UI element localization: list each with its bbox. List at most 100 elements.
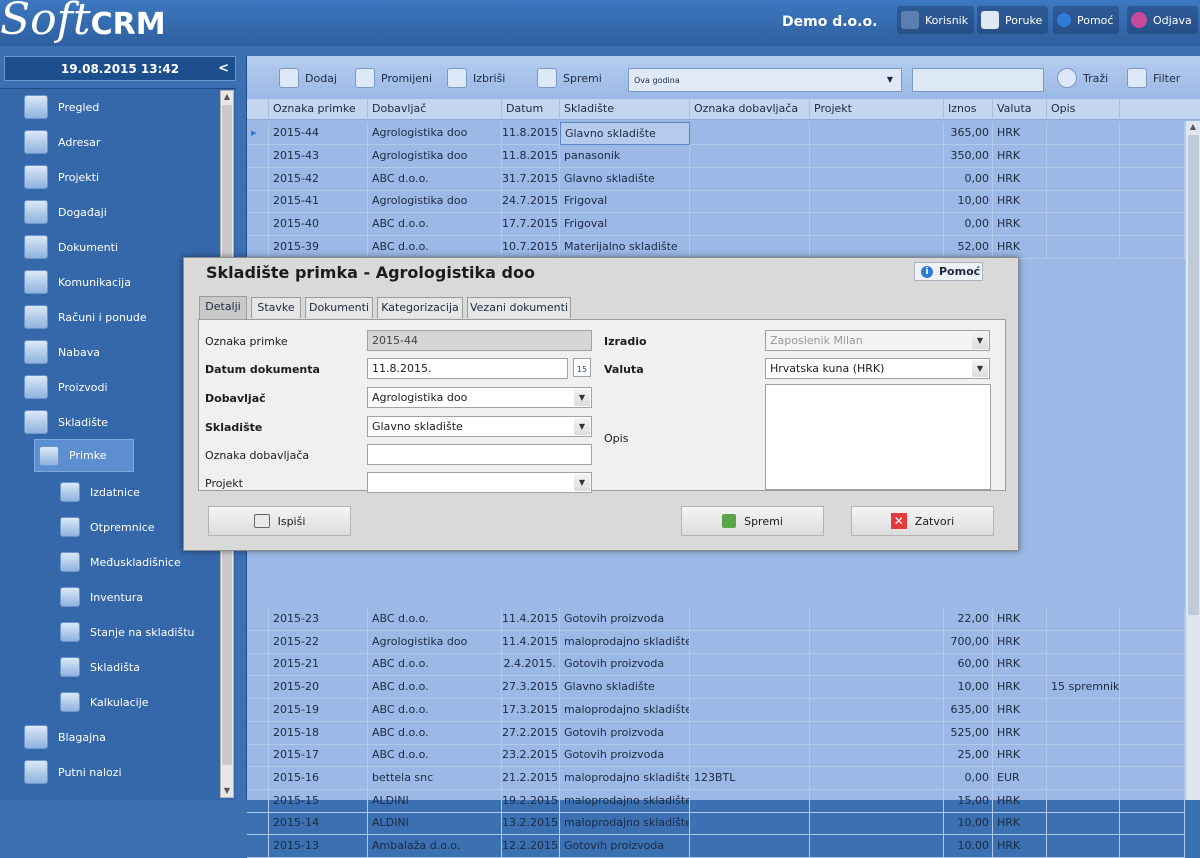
currency-select[interactable]: Hrvatska kuna (HRK) ▼	[765, 358, 990, 379]
supplier-code-field[interactable]	[367, 444, 592, 465]
row-selector[interactable]	[247, 190, 269, 214]
row-selector[interactable]	[247, 167, 269, 191]
calendar-icon[interactable]: 15	[573, 358, 591, 377]
filter-icon	[1127, 68, 1147, 88]
row-selector[interactable]	[247, 608, 269, 631]
warehouse-select[interactable]: Glavno skladište ▼	[367, 416, 592, 437]
print-button[interactable]: Ispiši	[208, 506, 351, 536]
row-selector[interactable]	[247, 766, 269, 790]
collapse-sidebar-button[interactable]: <	[218, 61, 229, 76]
column-header[interactable]: Opis	[1047, 99, 1120, 120]
column-header[interactable]: Oznaka primke	[269, 99, 368, 120]
row-selector[interactable]	[247, 698, 269, 722]
project-select[interactable]: ▼	[367, 472, 592, 493]
chevron-down-icon[interactable]: ▼	[574, 418, 590, 435]
delete-button[interactable]: Izbriši	[447, 66, 505, 90]
row-selector[interactable]	[247, 653, 269, 677]
column-header[interactable]: Projekt	[810, 99, 944, 120]
column-header[interactable]: Valuta	[993, 99, 1047, 120]
tab-details[interactable]: Detalji	[199, 296, 247, 319]
filter-button[interactable]: Filter	[1127, 66, 1180, 90]
receipt-number-field: 2015-44	[367, 330, 592, 351]
table-row[interactable]: 2015-39 ABC d.o.o. 10.7.2015. Materijalno s…	[247, 235, 1185, 259]
tab-linked-documents[interactable]: Vezani dokumenti	[467, 297, 571, 318]
chevron-down-icon[interactable]: ▼	[972, 360, 988, 377]
sidebar-subitem-0[interactable]: Primke	[34, 439, 134, 472]
column-header[interactable]: Datum	[502, 99, 560, 120]
table-cell: 2015-21	[269, 653, 368, 677]
sidebar-bottom-item-0[interactable]: Blagajna	[20, 722, 216, 752]
sidebar-subitem-4[interactable]: Inventura	[56, 582, 220, 612]
search-input[interactable]	[912, 68, 1044, 92]
row-selector[interactable]	[247, 744, 269, 768]
supplier-select[interactable]: Agrologistika doo ▼	[367, 387, 592, 408]
column-header[interactable]: Skladište	[560, 99, 690, 120]
table-row[interactable]: 2015-41 Agrologistika doo 24.7.2015. Frigov…	[247, 190, 1185, 214]
row-selector[interactable]	[247, 721, 269, 745]
sidebar-subitem-3[interactable]: Međuskladišnice	[56, 547, 220, 577]
table-row[interactable]: 2015-21 ABC d.o.o. 2.4.2015. Gotovih proizv…	[247, 653, 1185, 677]
user-button[interactable]: Korisnik	[897, 6, 975, 34]
row-selector[interactable]	[247, 144, 269, 168]
sidebar-subitem-6[interactable]: Skladišta	[56, 652, 220, 682]
table-row[interactable]: 2015-18 ABC d.o.o. 27.2.2015. Gotovih proiz…	[247, 721, 1185, 745]
chevron-down-icon[interactable]: ▼	[574, 474, 590, 491]
scroll-up-icon[interactable]: ▲	[221, 91, 233, 103]
column-header[interactable]: Iznos	[944, 99, 993, 120]
scroll-down-icon[interactable]: ▼	[221, 785, 233, 797]
close-button[interactable]: ✕ Zatvori	[851, 506, 994, 536]
sidebar-item-0[interactable]: Pregled	[20, 92, 216, 122]
table-row[interactable]: ▸ 2015-44 Agrologistika doo 11.8.2015. Glavn…	[247, 122, 1185, 145]
document-date-field[interactable]: 11.8.2015.	[367, 358, 568, 379]
table-row[interactable]: 2015-42 ABC d.o.o. 31.7.2015. Glavno skladi…	[247, 167, 1185, 191]
table-row[interactable]: 2015-40 ABC d.o.o. 17.7.2015. Frigoval 0,00 H…	[247, 213, 1185, 236]
tab-categorization[interactable]: Kategorizacija	[377, 297, 463, 318]
table-row[interactable]: 2015-14 ALDINI 13.2.2015. maloprodajno skla…	[247, 812, 1185, 836]
search-button[interactable]: Traži	[1057, 66, 1108, 90]
column-header[interactable]: Oznaka dobavljača	[690, 99, 810, 120]
invoices-icon	[24, 305, 48, 329]
sidebar-bottom-item-1[interactable]: Putni nalozi	[20, 757, 216, 787]
messages-button[interactable]: Poruke	[977, 6, 1049, 34]
period-select[interactable]: Ova godina ▼	[628, 68, 902, 92]
sidebar-item-3[interactable]: Događaji	[20, 197, 216, 227]
table-row[interactable]: 2015-22 Agrologistika doo 11.4.2015. malopr…	[247, 630, 1185, 654]
scroll-up-icon[interactable]: ▲	[1187, 121, 1199, 133]
row-indicator-icon[interactable]: ▸	[247, 122, 269, 145]
help-button[interactable]: Pomoć	[1053, 6, 1120, 34]
table-row[interactable]: 2015-13 Ambalaža d.o.o. 12.2.2015. Gotovih …	[247, 835, 1185, 858]
dialog-save-button[interactable]: Spremi	[681, 506, 824, 536]
row-selector[interactable]	[247, 812, 269, 836]
table-row[interactable]: 2015-20 ABC d.o.o. 27.3.2015. Glavno skladi…	[247, 676, 1185, 700]
table-row[interactable]: 2015-15 ALDINI 19.2.2015. maloprodajno skla…	[247, 789, 1185, 813]
table-cell: 23.2.2015.	[502, 744, 560, 768]
save-button[interactable]: Spremi	[537, 66, 602, 90]
sidebar-item-1[interactable]: Adresar	[20, 127, 216, 157]
logout-button[interactable]: Odjava	[1127, 6, 1198, 34]
add-button[interactable]: Dodaj	[279, 66, 337, 90]
dialog-help-button[interactable]: i Pomoć	[914, 262, 983, 281]
sidebar-subitem-5[interactable]: Stanje na skladištu	[56, 617, 220, 647]
table-cell-filler	[1120, 190, 1185, 214]
edit-button[interactable]: Promijeni	[355, 66, 432, 90]
row-selector[interactable]	[247, 630, 269, 654]
grid-scroll-thumb[interactable]	[1188, 135, 1199, 615]
chevron-down-icon[interactable]: ▼	[574, 389, 590, 406]
tab-items[interactable]: Stavke	[251, 297, 301, 318]
row-selector[interactable]	[247, 676, 269, 700]
row-selector[interactable]	[247, 835, 269, 858]
sidebar-subitem-7[interactable]: Kalkulacije	[56, 687, 220, 717]
table-row[interactable]: 2015-16 bettela snc 21.2.2015. maloprodajno…	[247, 766, 1185, 790]
row-selector[interactable]	[247, 235, 269, 259]
table-row[interactable]: 2015-17 ABC d.o.o. 23.2.2015. Gotovih proiz…	[247, 744, 1185, 768]
grid-scrollbar[interactable]: ▲	[1185, 121, 1200, 800]
table-row[interactable]: 2015-43 Agrologistika doo 11.8.2015. panaso…	[247, 144, 1185, 168]
sidebar-item-2[interactable]: Projekti	[20, 162, 216, 192]
row-selector[interactable]	[247, 789, 269, 813]
column-header[interactable]: Dobavljač	[368, 99, 502, 120]
table-row[interactable]: 2015-19 ABC d.o.o. 17.3.2015. maloprodajno …	[247, 698, 1185, 722]
description-textarea[interactable]	[765, 384, 991, 490]
table-row[interactable]: 2015-23 ABC d.o.o. 11.4.2015. Gotovih proiz…	[247, 608, 1185, 631]
tab-documents[interactable]: Dokumenti	[305, 297, 373, 318]
row-selector[interactable]	[247, 213, 269, 236]
